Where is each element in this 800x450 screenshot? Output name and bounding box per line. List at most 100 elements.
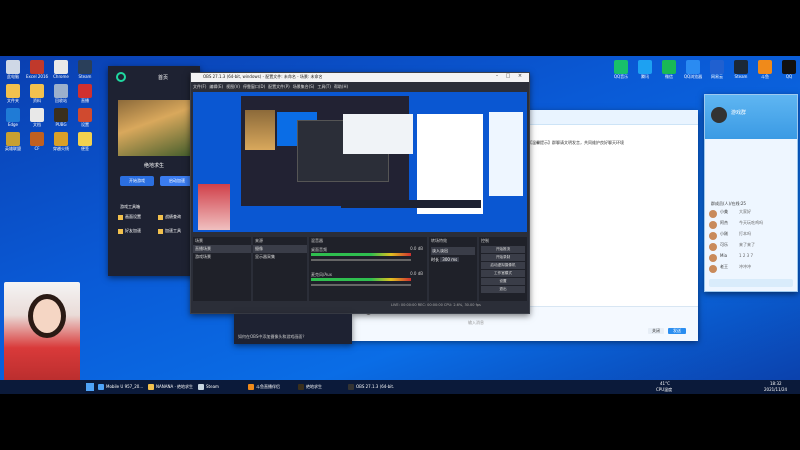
- volume-slider[interactable]: [311, 284, 411, 286]
- desktop-icon[interactable]: 此电脑: [2, 60, 24, 79]
- control-button[interactable]: 启动虚拟摄像机: [481, 262, 525, 269]
- desktop-icon[interactable]: Steam: [730, 60, 752, 79]
- tool-item[interactable]: 加速工具: [158, 228, 181, 234]
- start-icon[interactable]: [86, 383, 94, 391]
- member-row[interactable]: 小美 大家好: [709, 209, 795, 220]
- volume-slider[interactable]: [311, 259, 411, 261]
- desktop-icon[interactable]: QQ: [778, 60, 800, 79]
- avatar[interactable]: [709, 221, 717, 229]
- taskbar[interactable]: Mobile U 957_20... NANANA · 绝地求生 Steam 斗鱼直播…: [0, 380, 800, 394]
- control-button[interactable]: 开始录制: [481, 254, 525, 261]
- control-button[interactable]: 设置: [481, 278, 525, 285]
- scenes-panel[interactable]: 场景 直播场景 游戏场景: [193, 237, 251, 301]
- desktop-icon[interactable]: 网易云: [706, 60, 728, 79]
- desktop-icon[interactable]: QQ浏览器: [682, 60, 704, 79]
- member-row[interactable]: 老王 冲冲冲: [709, 264, 795, 275]
- desktop-icon[interactable]: 腾讯: [634, 60, 656, 79]
- obs-window[interactable]: OBS 27.1.3 (64-bit, windows) - 配置文件: 未命名…: [190, 72, 530, 314]
- tool-item[interactable]: 好友加速: [118, 228, 141, 234]
- avatar[interactable]: [709, 254, 717, 262]
- transitions-panel[interactable]: 转场特效 淡入淡出 时长 300 ms: [429, 237, 477, 301]
- weather-temp[interactable]: 41°C: [660, 381, 670, 386]
- menu-item[interactable]: 工具(T): [317, 84, 331, 89]
- desktop-icon[interactable]: Edge: [2, 108, 24, 127]
- chat-input[interactable]: 输入消息: [468, 320, 484, 326]
- scene-item[interactable]: 游戏场景: [193, 253, 251, 261]
- taskbar-app[interactable]: NANANA · 绝地求生: [148, 382, 194, 392]
- avatar[interactable]: [709, 243, 717, 251]
- taskbar-app[interactable]: Mobile U 957_20...: [98, 382, 144, 392]
- chat-send-button[interactable]: 发送: [668, 328, 686, 334]
- back-label[interactable]: 首页: [158, 74, 168, 81]
- desktop-icon[interactable]: 英雄联盟: [2, 132, 24, 151]
- member-row[interactable]: 阿杰 今天玩吃鸡吗: [709, 220, 795, 231]
- menu-item[interactable]: 场景集合(S): [293, 84, 315, 89]
- desktop-icon[interactable]: 微信: [658, 60, 680, 79]
- desktop-icon[interactable]: 资料: [26, 84, 48, 103]
- scene-item[interactable]: 直播场景: [193, 245, 251, 253]
- obs-menubar[interactable]: 文件(F) 编辑(E) 视图(V) 停靠窗口(D) 配置文件(P) 场景集合(S) 工具(T…: [193, 83, 351, 90]
- obs-preview[interactable]: [193, 92, 527, 232]
- desktop-icon[interactable]: 穿越火线: [50, 132, 72, 151]
- desktop-icon[interactable]: 文件夹: [2, 84, 24, 103]
- member-row[interactable]: 小刚 打本吗: [709, 231, 795, 242]
- desktop-icon[interactable]: Excel 2016: [26, 60, 48, 79]
- helper-bar[interactable]: 如何在OBS中添加摄像头和游戏画面？: [234, 314, 352, 344]
- control-button[interactable]: 退出: [481, 286, 525, 293]
- avatar[interactable]: [711, 107, 727, 123]
- secondary-button[interactable]: 启动加速: [160, 176, 194, 186]
- avatar[interactable]: [709, 232, 717, 240]
- clock-date[interactable]: 2021/11/24: [764, 387, 787, 392]
- desktop-icon[interactable]: 文档: [26, 108, 48, 127]
- taskbar-app[interactable]: 绝地求生: [298, 382, 344, 392]
- source-item[interactable]: 摄像: [253, 245, 307, 253]
- member-list[interactable]: 小美 大家好 阿杰 今天玩吃鸡吗 小刚 打本吗 可乐 来了来了 Mia 1 2 3 7 老王 冲冲冲: [709, 209, 795, 275]
- avatar[interactable]: [709, 265, 717, 273]
- member-message: 打本吗: [739, 231, 751, 236]
- desktop-icon[interactable]: 斗鱼: [754, 60, 776, 79]
- game-banner[interactable]: [118, 100, 198, 156]
- start-game-button[interactable]: 开始游戏: [120, 176, 154, 186]
- tool-item[interactable]: 战绩查询: [158, 214, 181, 220]
- member-row[interactable]: Mia 1 2 3 7: [709, 253, 795, 264]
- menu-item[interactable]: 帮助(H): [334, 84, 348, 89]
- control-button[interactable]: 开始推流: [481, 246, 525, 253]
- taskbar-app[interactable]: 斗鱼直播伴侣: [248, 382, 294, 392]
- mixer-track[interactable]: 桌面音频 0.0 dB: [311, 246, 425, 270]
- desktop-icon[interactable]: 回收站: [50, 84, 72, 103]
- chat-list-window[interactable]: 游戏群 群成员(人)/在线:25 小美 大家好 阿杰 今天玩吃鸡吗 小刚 打本吗 可乐 来了来…: [704, 94, 798, 292]
- desktop-icon-label: 此电脑: [7, 74, 19, 79]
- sources-panel[interactable]: 来源 摄像 显示器采集: [253, 237, 307, 301]
- source-item[interactable]: 显示器采集: [253, 253, 307, 261]
- desktop-icon[interactable]: PUBG: [50, 108, 72, 127]
- chat-close-button[interactable]: 关闭: [648, 328, 664, 334]
- avatar[interactable]: [709, 210, 717, 218]
- game-launcher-window[interactable]: 首页 绝地求生 开始游戏 启动加速 游戏工具箱 画面设置 战绩查询 好友加速 加速工具: [108, 66, 200, 276]
- control-button[interactable]: 工作室模式: [481, 270, 525, 277]
- menu-item[interactable]: 编辑(E): [209, 84, 223, 89]
- desktop-icon[interactable]: Steam: [74, 60, 96, 79]
- minimize-button[interactable]: –: [493, 73, 501, 82]
- taskbar-app[interactable]: Steam: [198, 382, 244, 392]
- controls-panel[interactable]: 控制 开始推流 开始录制 启动虚拟摄像机 工作室模式 设置 退出: [479, 237, 527, 301]
- desktop-icon[interactable]: CF: [26, 132, 48, 151]
- desktop-icon[interactable]: Chrome: [50, 60, 72, 79]
- member-row[interactable]: 可乐 来了来了: [709, 242, 795, 253]
- desktop-icon[interactable]: 直播: [74, 84, 96, 103]
- maximize-button[interactable]: □: [504, 73, 512, 82]
- duration-value[interactable]: 300 ms: [440, 257, 460, 262]
- menu-item[interactable]: 停靠窗口(D): [243, 84, 265, 89]
- menu-item[interactable]: 文件(F): [193, 84, 206, 89]
- menu-item[interactable]: 配置文件(P): [268, 84, 290, 89]
- desktop-icon[interactable]: QQ音乐: [610, 60, 632, 79]
- close-button[interactable]: ×: [516, 73, 524, 82]
- taskbar-app[interactable]: OBS 27.1.3 (64-bit...: [348, 382, 394, 392]
- menu-item[interactable]: 视图(V): [226, 84, 240, 89]
- desktop-icon[interactable]: 便签: [74, 132, 96, 151]
- desktop-icon[interactable]: 设置: [74, 108, 96, 127]
- mixer-panel[interactable]: 混音器 桌面音频 0.0 dB 麦克风/Aux 0.0 dB: [309, 237, 427, 301]
- mixer-track[interactable]: 麦克风/Aux 0.0 dB: [311, 271, 425, 295]
- clock-time[interactable]: 18:32: [770, 381, 782, 386]
- tool-item[interactable]: 画面设置: [118, 214, 141, 220]
- transition-select[interactable]: 淡入淡出: [431, 247, 475, 255]
